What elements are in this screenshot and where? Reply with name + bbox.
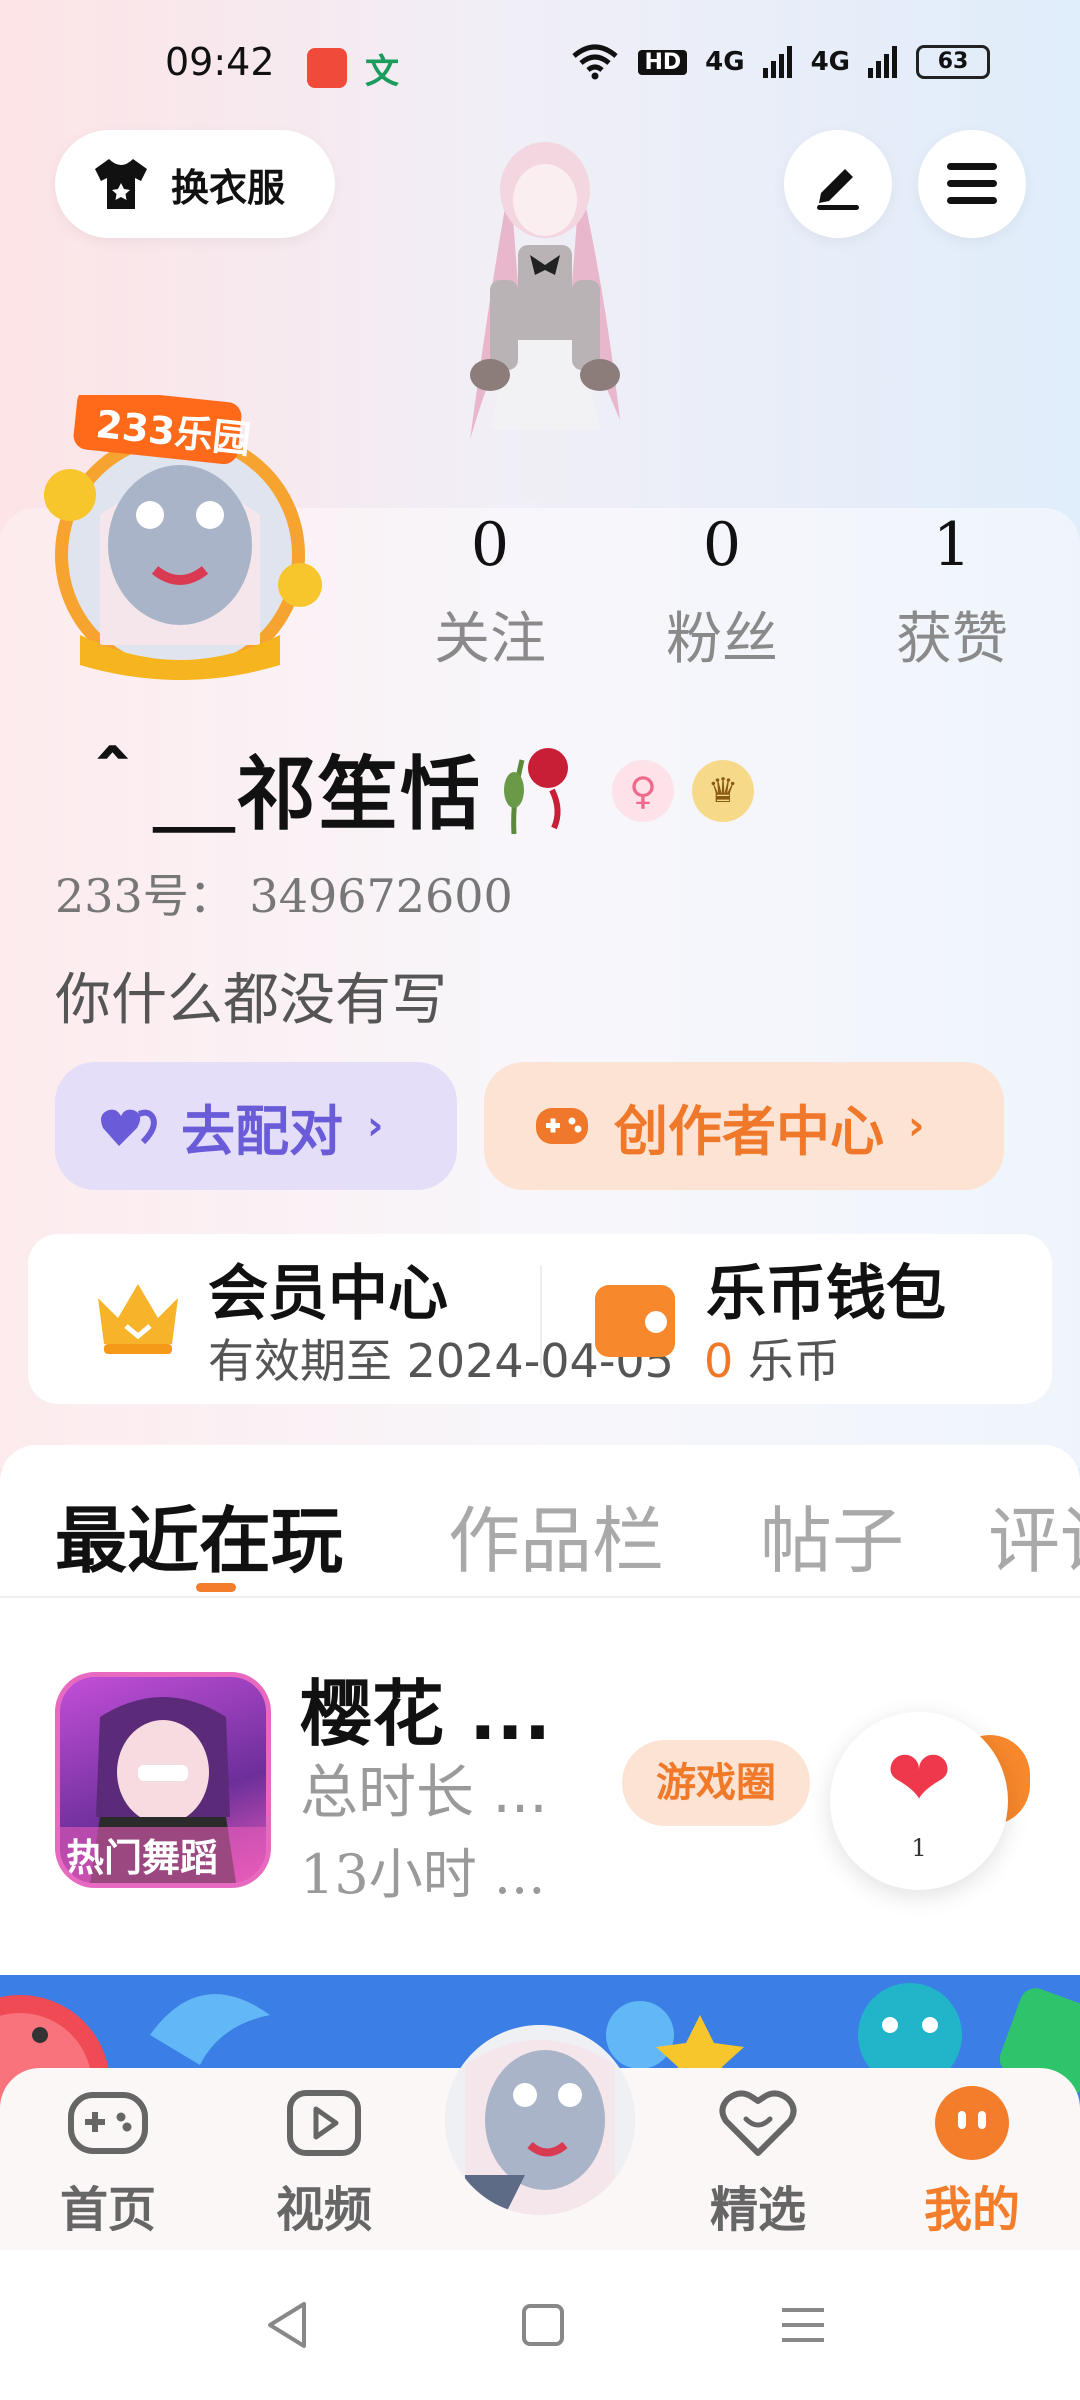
notification-app-icon	[307, 48, 347, 88]
vip-crown-icon	[98, 1284, 178, 1354]
wifi-icon	[572, 44, 619, 80]
gamepad-icon	[536, 1108, 588, 1144]
center-avatar-image	[445, 2025, 635, 2215]
stat-fans-label: 粉丝	[666, 607, 778, 672]
tab-works[interactable]: 作品栏	[448, 1482, 664, 1587]
menu-button[interactable]	[918, 130, 1026, 238]
creator-center-button[interactable]: 创作者中心 ›	[484, 1062, 1004, 1190]
change-outfit-button[interactable]: 换衣服	[55, 130, 335, 238]
wallet-title[interactable]: 乐币钱包	[706, 1245, 946, 1332]
profile-tabs: 最近在玩 作品栏 帖子 评论	[0, 1460, 1080, 1590]
recents-menu-icon[interactable]	[778, 2298, 828, 2352]
status-icons: HD 4G 4G 63	[570, 44, 990, 80]
edit-pen-icon	[817, 169, 859, 210]
status-time: 09:42	[165, 40, 275, 84]
chevron-right-icon: ›	[908, 1103, 925, 1149]
nickname: ＾＿祁笙恬	[72, 748, 482, 841]
female-gender-icon: ♀	[612, 760, 674, 822]
stat-likes[interactable]: 1 获赞	[882, 505, 1022, 675]
signal-icon-2	[868, 46, 897, 78]
game-total-time: 总时长 ...	[300, 1758, 548, 1826]
nav-mine-label: 我的	[923, 2182, 1020, 2238]
creator-center-label: 创作者中心	[614, 1099, 884, 1163]
nav-home-label: 首页	[59, 2182, 156, 2238]
battery-indicator: 63	[916, 45, 990, 79]
game-circle-button[interactable]: 游戏圈	[622, 1740, 810, 1826]
tab-comments[interactable]: 评论	[988, 1482, 1080, 1587]
user-id: 233号： 349672600	[55, 869, 513, 923]
heart-badge-icon	[719, 2090, 797, 2156]
stat-likes-label: 获赞	[896, 607, 1008, 672]
tab-divider	[0, 1596, 1080, 1598]
nav-mine[interactable]: 我的	[892, 2082, 1052, 2240]
nav-video[interactable]: 视频	[244, 2082, 404, 2240]
gamepad-icon	[68, 2092, 148, 2154]
smile-face-icon	[935, 2086, 1009, 2160]
wallet-amount: 0	[704, 1334, 734, 1388]
back-icon[interactable]	[262, 2298, 312, 2352]
tab-recent-play[interactable]: 最近在玩	[55, 1482, 343, 1587]
stat-following-value: 0	[470, 510, 510, 580]
edit-profile-button[interactable]	[784, 130, 892, 238]
stat-likes-value: 1	[932, 510, 972, 580]
wallet-icon	[595, 1285, 675, 1357]
hd-label: HD	[638, 49, 688, 75]
heart-icon: ❤	[886, 1734, 952, 1824]
nav-video-label: 视频	[275, 2182, 372, 2238]
change-outfit-label: 换衣服	[171, 165, 286, 210]
member-center-title: 会员中心	[208, 1259, 448, 1329]
divider	[540, 1265, 542, 1375]
user-bio: 你什么都没有写	[55, 968, 447, 1033]
notification-translate-icon: 文	[365, 52, 399, 92]
video-icon	[287, 2090, 361, 2156]
signal-4g-1: 4G	[705, 47, 745, 77]
game-icon-caption: 热门舞蹈	[66, 1836, 219, 1880]
rose-icon	[504, 748, 568, 835]
avatar-frame[interactable]: 233乐园	[30, 387, 340, 695]
nav-home[interactable]: 首页	[28, 2082, 188, 2240]
stat-following[interactable]: 0 关注	[420, 505, 560, 675]
hearts-icon	[101, 1109, 157, 1146]
avatar-character-3d[interactable]	[430, 140, 660, 510]
active-tab-indicator	[196, 1583, 236, 1592]
center-avatar-button[interactable]	[445, 2025, 635, 2215]
hamburger-menu-icon	[947, 163, 997, 204]
level-crown-icon[interactable]: ♛	[692, 760, 754, 822]
shirt-icon	[95, 159, 147, 209]
game-hours: 13小时 ...	[300, 1843, 546, 1906]
like-floating-button[interactable]: ❤ 1	[830, 1712, 1008, 1890]
game-icon[interactable]: 热门舞蹈	[55, 1672, 271, 1888]
nav-featured[interactable]: 精选	[678, 2082, 838, 2240]
home-square-icon[interactable]	[518, 2298, 568, 2352]
stat-fans[interactable]: 0 粉丝	[652, 505, 792, 675]
signal-4g-2: 4G	[810, 47, 850, 77]
tab-posts[interactable]: 帖子	[760, 1482, 904, 1587]
stat-following-label: 关注	[434, 607, 546, 672]
chevron-right-icon: ›	[367, 1103, 384, 1149]
like-count: 1	[911, 1834, 927, 1862]
stat-fans-value: 0	[702, 510, 742, 580]
wallet-balance: 0 乐币	[704, 1325, 840, 1391]
pair-label: 去配对	[181, 1099, 343, 1163]
pair-button[interactable]: 去配对 ›	[55, 1062, 457, 1190]
wallet-unit: 乐币	[733, 1334, 840, 1388]
signal-icon-1	[762, 46, 792, 78]
nav-featured-label: 精选	[709, 2182, 806, 2238]
